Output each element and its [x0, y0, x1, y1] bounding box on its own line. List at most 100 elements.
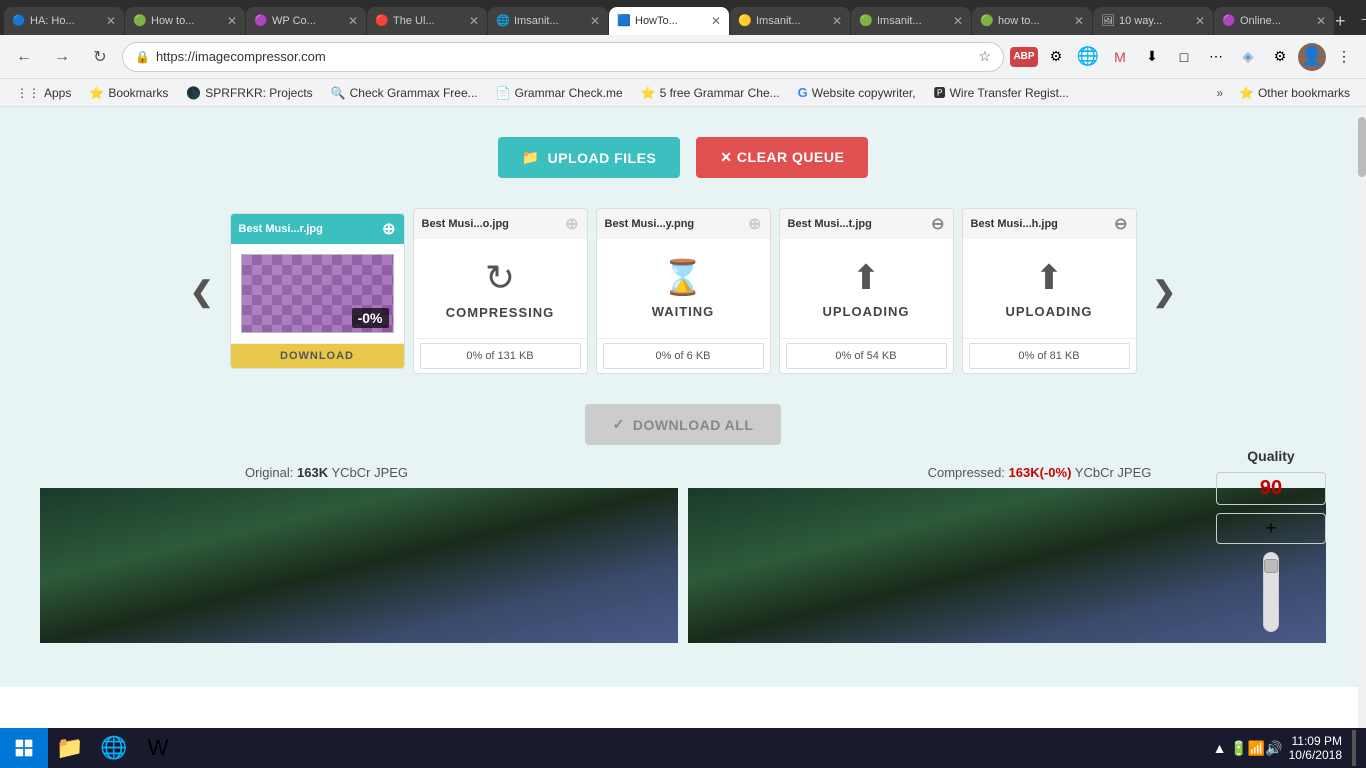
apps-icon: ⋮⋮ [16, 86, 40, 100]
bookmarks-bar: ⋮⋮ Apps ⭐ Bookmarks 🌑 SPRFRKR: Projects … [0, 79, 1366, 107]
tab-howto3[interactable]: 🟢 how to... ✕ [972, 7, 1092, 35]
original-format: YCbCr JPEG [331, 465, 408, 480]
new-tab-button[interactable]: + [1335, 7, 1346, 35]
tab-imsanit2[interactable]: 🟡 Imsanit... ✕ [730, 7, 850, 35]
tab-title-howto: How to... [151, 15, 223, 27]
bookmark-5freegrammar[interactable]: ⭐ 5 free Grammar Che... [633, 82, 788, 104]
tab-close-howto[interactable]: ✕ [227, 14, 237, 28]
checkmark-icon: ✓ [613, 416, 625, 433]
settings-icon[interactable]: ⚙ [1266, 43, 1294, 71]
tab-close-imsanit2[interactable]: ✕ [832, 14, 842, 28]
file-card-4: Best Musi...t.jpg ⊖ ⬆ UPLOADING 0% of 54… [779, 208, 954, 374]
tab-imsanit1[interactable]: 🌐 Imsanit... ✕ [488, 7, 608, 35]
tab-theul[interactable]: 🔴 The Ul... ✕ [367, 7, 487, 35]
more-extensions-icon[interactable]: ⋯ [1202, 43, 1230, 71]
5freegrammar-icon: ⭐ [641, 86, 656, 100]
taskbar-word[interactable]: W [136, 728, 180, 768]
bookmark-apps[interactable]: ⋮⋮ Apps [8, 82, 79, 104]
file-card-minus-5[interactable]: ⊖ [1114, 214, 1127, 234]
windows-logo-icon [14, 738, 34, 758]
back-button[interactable]: ← [8, 41, 40, 73]
extension2-icon[interactable]: ⚙ [1042, 43, 1070, 71]
slider-thumb[interactable] [1264, 559, 1278, 573]
download-all-button[interactable]: ✓ DOWNLOAD ALL [585, 404, 782, 445]
file-card-plus-3[interactable]: ⊕ [748, 214, 761, 234]
bookmark-sprfrkr[interactable]: 🌑 SPRFRKR: Projects [178, 82, 320, 104]
taskbar-file-explorer[interactable]: 📁 [48, 728, 92, 768]
scrollbar-thumb[interactable] [1358, 117, 1366, 177]
tab-howto[interactable]: 🟢 How to... ✕ [125, 7, 245, 35]
quality-slider[interactable] [1263, 552, 1279, 632]
start-button[interactable] [0, 728, 48, 768]
file-card-title-4: Best Musi...t.jpg [788, 218, 926, 230]
forward-button[interactable]: → [46, 41, 78, 73]
tab-favicon-wp: 🟣 [254, 14, 268, 28]
tab-close-imsanit3[interactable]: ✕ [953, 14, 963, 28]
tab-close-wp[interactable]: ✕ [348, 14, 358, 28]
prev-arrow[interactable]: ❮ [182, 275, 221, 308]
address-url: https://imagecompressor.com [156, 49, 972, 64]
bookmark-grammarcheckme[interactable]: 📄 Grammar Check.me [488, 82, 631, 104]
gmail-icon[interactable]: M [1106, 43, 1134, 71]
file-card-plus-2[interactable]: ⊕ [565, 214, 578, 234]
otherbookmarks-icon: ⭐ [1239, 86, 1254, 100]
comparison-labels: Original: 163K YCbCr JPEG Compressed: 16… [40, 465, 1326, 480]
tab-close-howto3[interactable]: ✕ [1074, 14, 1084, 28]
tab-ha[interactable]: 🔵 HA: Ho... ✕ [4, 7, 124, 35]
tab-close-howto2[interactable]: ✕ [711, 14, 721, 28]
tab-close-ha[interactable]: ✕ [106, 14, 116, 28]
quality-label: Quality [1216, 448, 1326, 464]
refresh-button[interactable]: ↻ [84, 41, 116, 73]
quality-plus-button[interactable]: + [1216, 513, 1326, 544]
tab-10way[interactable]: 🖼 10 way... ✕ [1093, 7, 1213, 35]
upload-controls: 📁 UPLOAD FILES ✕ CLEAR QUEUE [498, 137, 869, 178]
adblocker-icon[interactable]: ABP [1010, 47, 1038, 67]
extensions-bar: ABP ⚙ 🌐 M ⬇ □ ⋯ ◈ ⚙ 👤 ⋮ [1010, 43, 1358, 71]
file-card-minus-4[interactable]: ⊖ [931, 214, 944, 234]
file-card-body-3: ⌛ WAITING [597, 239, 770, 339]
upload-files-button[interactable]: 📁 UPLOAD FILES [498, 137, 681, 178]
clear-queue-button[interactable]: ✕ CLEAR QUEUE [696, 137, 868, 178]
download-icon[interactable]: ⬇ [1138, 43, 1166, 71]
tab-imsanit3[interactable]: 🟢 Imsanit... ✕ [851, 7, 971, 35]
tab-howto2[interactable]: 🟦 HowTo... ✕ [609, 7, 729, 35]
file-card-body-1: -0% [231, 244, 404, 344]
minimize-button[interactable]: — [1346, 0, 1366, 35]
taskbar-chrome[interactable]: 🌐 [92, 728, 136, 768]
bookmark-checkgrammar[interactable]: 🔍 Check Grammax Free... [323, 82, 486, 104]
bookmark-websitecopy-label: Website copywriter, [812, 86, 916, 100]
file-card-download-button-1[interactable]: DOWNLOAD [231, 344, 404, 368]
menu-icon[interactable]: ⋮ [1330, 43, 1358, 71]
bookmark-otherbookmarks[interactable]: ⭐ Other bookmarks [1231, 82, 1358, 104]
file-card-body-4: ⬆ UPLOADING [780, 239, 953, 339]
bookmark-bookmarks[interactable]: ⭐ Bookmarks [81, 82, 176, 104]
bookmark-websitecopy[interactable]: G Website copywriter, [790, 82, 924, 104]
bookmarks-more[interactable]: » [1210, 86, 1229, 100]
grammarcheckme-icon: 📄 [496, 86, 511, 100]
tab-close-imsanit1[interactable]: ✕ [590, 14, 600, 28]
tab-close-10way[interactable]: ✕ [1195, 14, 1205, 28]
taskbar-date-value: 10/6/2018 [1289, 748, 1342, 762]
tab-close-theul[interactable]: ✕ [469, 14, 479, 28]
tab-online[interactable]: 🟣 Online... ✕ [1214, 7, 1334, 35]
extension3-icon[interactable]: 🌐 [1074, 43, 1102, 71]
star-icon[interactable]: ☆ [978, 48, 991, 65]
tab-title-theul: The Ul... [393, 15, 465, 27]
tab-close-online[interactable]: ✕ [1316, 14, 1326, 28]
file-card-plus-1[interactable]: ⊕ [382, 219, 395, 239]
word-icon: W [148, 735, 169, 761]
extension4-icon[interactable]: □ [1170, 43, 1198, 71]
vpn-icon[interactable]: ◈ [1234, 43, 1262, 71]
profile-icon[interactable]: 👤 [1298, 43, 1326, 71]
show-desktop-button[interactable] [1352, 730, 1356, 766]
next-arrow[interactable]: ❯ [1145, 275, 1184, 308]
bookmark-otherbookmarks-label: Other bookmarks [1258, 86, 1350, 100]
checkgrammar-icon: 🔍 [331, 86, 346, 100]
bookmark-wiretransfer[interactable]: 🅿 Wire Transfer Regist... [926, 82, 1077, 104]
tab-wp[interactable]: 🟣 WP Co... ✕ [246, 7, 366, 35]
address-bar[interactable]: 🔒 https://imagecompressor.com ☆ [122, 42, 1004, 72]
websitecopy-icon: G [798, 85, 808, 100]
file-card-progress-5: 0% of 81 KB [969, 343, 1130, 369]
file-card-header-3: Best Musi...y.png ⊕ [597, 209, 770, 239]
comparison-section: Original: 163K YCbCr JPEG Compressed: 16… [20, 465, 1346, 643]
